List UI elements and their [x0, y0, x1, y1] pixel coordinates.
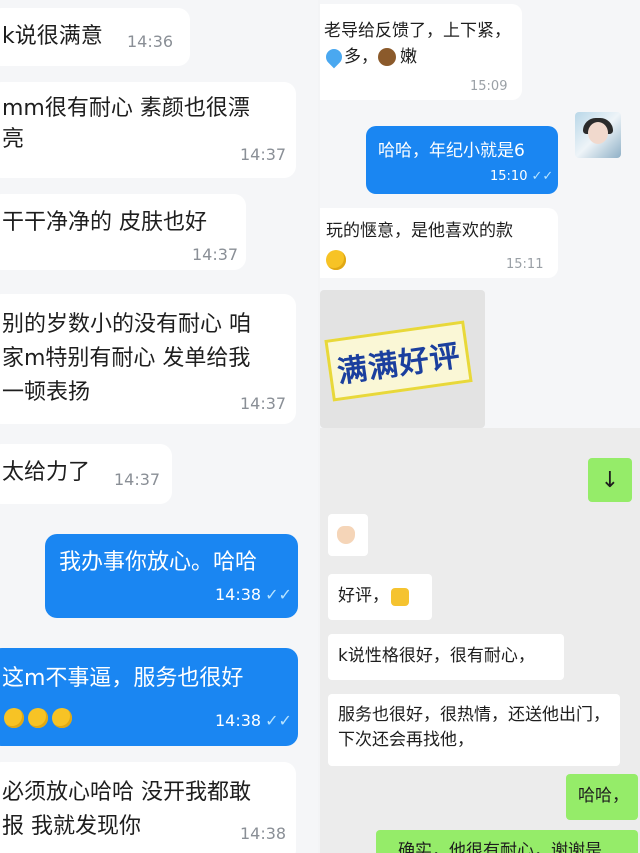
message-bubble[interactable]: k说性格很好，很有耐心，	[328, 634, 564, 680]
message-bubble-outgoing[interactable]: 确实，他很有耐心，谢谢是	[376, 830, 638, 853]
message-text: 哈哈，年纪小就是6	[378, 141, 525, 161]
message-time: 14:37	[240, 145, 287, 164]
message-text: 这m不事逼，服务也很好	[2, 666, 244, 691]
message-meta: 14:38 ✓✓	[215, 584, 292, 606]
message-bubble[interactable]: k说很满意 14:36	[0, 8, 190, 66]
read-receipt-icon: ✓✓	[531, 169, 554, 184]
message-text-part: 老导给反馈了，上下紧，	[324, 21, 511, 41]
message-text: 玩的惬意，是他喜欢的款	[326, 221, 513, 241]
message-time: 14:36	[127, 32, 174, 51]
emoji-row	[4, 706, 76, 728]
message-bubble[interactable]: 服务也很好，很热情，还送他出门，下次还会再找他，	[328, 694, 620, 766]
message-text: 必须放心哈哈 没开我都敢报 我就发现你	[2, 780, 251, 840]
right-bottom-chat-panel: ↓ 好评， k说性格很好，很有耐心， 服务也很好，很热情，还送他出门，下次还会再…	[320, 428, 640, 853]
message-text: 干干净净的 皮肤也好	[2, 210, 207, 235]
message-bubble[interactable]: 太给力了 14:37	[0, 444, 172, 504]
message-time: 14:38	[215, 711, 262, 730]
face-blowing-kiss-icon	[326, 250, 346, 270]
message-text: 服务也很好，很热情，还送他出门，下次还会再找他，	[338, 705, 610, 750]
message-bubble[interactable]	[328, 514, 368, 556]
message-text: 老导给反馈了，上下紧， 多， 嫩	[322, 18, 512, 71]
message-bubble[interactable]: 好评，	[328, 574, 432, 620]
message-bubble-outgoing[interactable]: 哈哈，	[566, 774, 638, 820]
message-text: 好评，	[338, 586, 389, 606]
message-bubble-outgoing[interactable]: 我办事你放心。哈哈 14:38 ✓✓	[45, 534, 298, 618]
message-meta: 14:38 ✓✓	[215, 710, 292, 732]
avatar[interactable]	[575, 112, 621, 158]
message-text-part: 嫩	[400, 47, 417, 68]
message-bubble[interactable]: 干干净净的 皮肤也好 14:37	[0, 194, 246, 270]
message-time: 14:38	[215, 585, 262, 604]
message-bubble[interactable]: 必须放心哈哈 没开我都敢报 我就发现你 14:38	[0, 762, 296, 853]
message-bubble[interactable]: mm很有耐心 素颜也很漂亮 14:37	[0, 82, 296, 178]
right-top-chat-panel: 老导给反馈了，上下紧， 多， 嫩 15:09 哈哈，年纪小就是6 15:10 ✓✓ 玩…	[320, 0, 640, 428]
thumbs-up-icon	[391, 587, 409, 606]
message-text: 哈哈，	[578, 786, 629, 806]
message-text: 我办事你放心。哈哈	[59, 550, 258, 575]
message-text: 别的岁数小的没有耐心 咱家m特别有耐心 发单给我一顿表扬	[2, 312, 251, 406]
message-text: 确实，他很有耐心，谢谢是	[398, 841, 602, 853]
sticker-image[interactable]: 满满好评	[320, 290, 485, 428]
message-time: 14:37	[114, 470, 161, 489]
message-bubble-outgoing[interactable]: 这m不事逼，服务也很好 14:38 ✓✓	[0, 648, 298, 746]
message-bubble-outgoing[interactable]: 哈哈，年纪小就是6 15:10 ✓✓	[366, 126, 558, 194]
message-bubble-outgoing[interactable]: ↓	[588, 458, 632, 502]
message-time: 14:38	[240, 824, 287, 843]
read-receipt-icon: ✓✓	[265, 585, 292, 604]
bear-face-icon	[378, 48, 396, 67]
message-meta: 15:10 ✓✓	[490, 168, 553, 186]
slightly-smiling-face-icon	[4, 707, 24, 728]
read-receipt-icon: ✓✓	[265, 711, 292, 730]
message-bubble[interactable]: 玩的惬意，是他喜欢的款 15:11	[320, 208, 558, 278]
slightly-smiling-face-icon	[28, 707, 48, 728]
sweat-droplets-icon	[322, 46, 346, 69]
ok-hand-icon	[337, 526, 355, 544]
message-bubble[interactable]: 老导给反馈了，上下紧， 多， 嫩 15:09	[320, 4, 522, 100]
message-text: mm很有耐心 素颜也很漂亮	[2, 96, 250, 152]
message-time: 14:37	[240, 394, 287, 413]
sticker-stamp: 满满好评	[324, 320, 473, 402]
rolling-laughing-face-icon	[52, 707, 72, 728]
message-time: 15:10	[490, 169, 528, 184]
left-chat-panel: k说很满意 14:36 mm很有耐心 素颜也很漂亮 14:37 干干净净的 皮肤…	[0, 0, 318, 853]
message-bubble[interactable]: 别的岁数小的没有耐心 咱家m特别有耐心 发单给我一顿表扬 14:37	[0, 294, 296, 424]
message-time: 15:11	[506, 257, 544, 272]
avatar-face	[588, 122, 608, 144]
message-time: 14:37	[192, 245, 239, 264]
message-text-part: 多，	[344, 47, 378, 68]
message-text: k说性格很好，很有耐心，	[338, 646, 535, 666]
message-time: 15:09	[470, 79, 508, 94]
